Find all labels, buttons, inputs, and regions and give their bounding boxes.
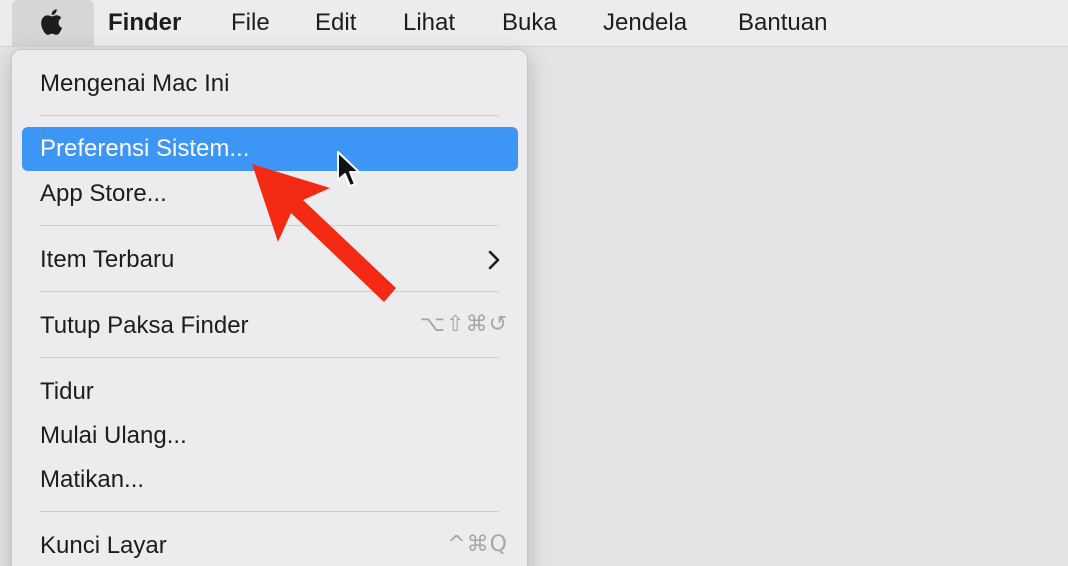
menu-item-label: Tidur bbox=[40, 378, 94, 405]
keyboard-shortcut: ⌥⇧⌘↺ bbox=[419, 312, 508, 337]
menu-item-about-this-mac[interactable]: Mengenai Mac Ini bbox=[22, 62, 518, 106]
menu-go[interactable]: Buka bbox=[502, 9, 557, 37]
desktop: Finder File Edit Lihat Buka Jendela Bant… bbox=[0, 0, 1068, 566]
menu-edit[interactable]: Edit bbox=[315, 9, 356, 37]
menu-item-label: Preferensi Sistem... bbox=[40, 135, 250, 162]
apple-menu-button[interactable] bbox=[12, 0, 94, 47]
menu-help[interactable]: Bantuan bbox=[738, 9, 827, 37]
menu-item-label: Mengenai Mac Ini bbox=[40, 70, 230, 97]
chevron-right-icon bbox=[488, 250, 500, 270]
menu-item-label: Item Terbaru bbox=[40, 246, 175, 273]
menu-bar: Finder File Edit Lihat Buka Jendela Bant… bbox=[0, 0, 1068, 47]
menu-item-label: Kunci Layar bbox=[40, 532, 167, 559]
menu-window[interactable]: Jendela bbox=[603, 9, 687, 37]
menu-separator bbox=[40, 115, 499, 116]
menu-item-restart[interactable]: Mulai Ulang... bbox=[22, 414, 518, 458]
menu-item-label: App Store... bbox=[40, 180, 167, 207]
menu-separator bbox=[40, 511, 499, 512]
menu-separator bbox=[40, 357, 499, 358]
menu-item-label: Tutup Paksa Finder bbox=[40, 312, 249, 339]
apple-logo-icon bbox=[41, 9, 63, 35]
menu-finder[interactable]: Finder bbox=[108, 9, 181, 37]
menu-view[interactable]: Lihat bbox=[403, 9, 455, 37]
menu-item-force-quit[interactable]: Tutup Paksa Finder ⌥⇧⌘↺ bbox=[22, 304, 518, 348]
keyboard-shortcut: ^⌘Q bbox=[447, 532, 508, 557]
mouse-pointer-icon bbox=[337, 151, 360, 187]
menu-item-sleep[interactable]: Tidur bbox=[22, 370, 518, 414]
menu-item-label: Matikan... bbox=[40, 466, 145, 493]
menu-item-lock-screen[interactable]: Kunci Layar ^⌘Q bbox=[22, 524, 518, 566]
menu-item-shut-down[interactable]: Matikan... bbox=[22, 458, 518, 502]
menu-item-label: Mulai Ulang... bbox=[40, 422, 187, 449]
annotation-arrow-icon bbox=[252, 164, 396, 302]
menu-file[interactable]: File bbox=[231, 9, 270, 37]
